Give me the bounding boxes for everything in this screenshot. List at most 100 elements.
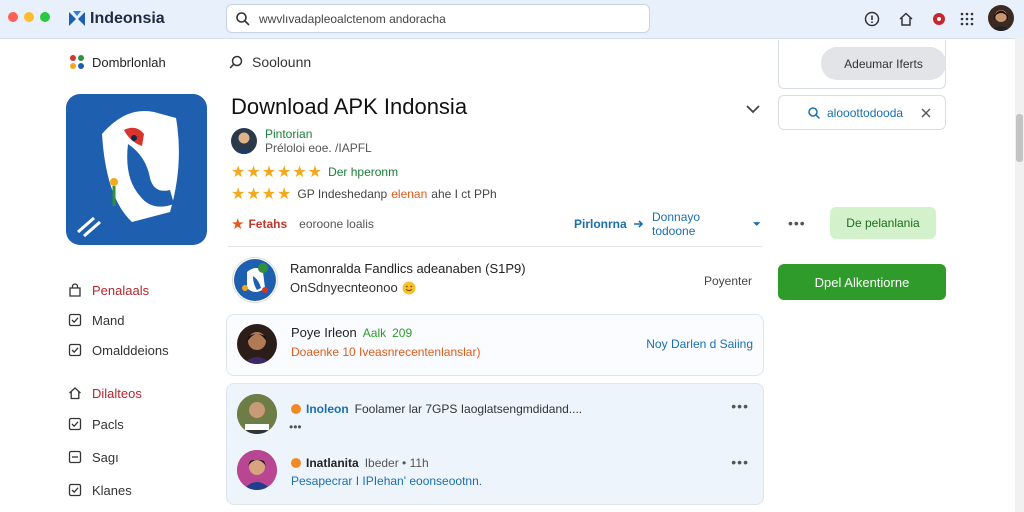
tag-link-label: Pirlonrna bbox=[574, 217, 627, 231]
comments-card: Inoleon Foolamer lar 7GPS Iaoglatsengmdi… bbox=[226, 383, 764, 505]
star-icon: ★ bbox=[231, 164, 246, 181]
star-icon: ★ bbox=[231, 216, 245, 233]
check-square-icon bbox=[68, 483, 82, 497]
sidebar-header[interactable]: Dombrlonlah bbox=[68, 52, 166, 72]
more-options-icon[interactable]: ••• bbox=[731, 398, 749, 414]
item-right-label[interactable]: Poyenter bbox=[704, 274, 752, 288]
rating-row-2: ★ ★ ★ ★ GP Indeshedanp elenan ahe I ct P… bbox=[231, 184, 497, 204]
tag-link-2[interactable]: Donnayo todoone bbox=[652, 210, 761, 238]
item-title: Ramonralda Fandlics adeanaben (S1P9) bbox=[290, 261, 526, 276]
sidebar-item-dilalteos[interactable]: Dilalteos bbox=[68, 384, 142, 402]
chevron-down-icon[interactable] bbox=[744, 100, 762, 118]
check-square-icon bbox=[68, 417, 82, 431]
right-search-box[interactable]: alooottodooda bbox=[778, 95, 946, 130]
sidebar-item-penalaals[interactable]: Penalaals bbox=[68, 281, 149, 299]
comment-meta: Ibeder • 11h bbox=[364, 456, 429, 470]
site-brand[interactable]: Indeonsia bbox=[68, 8, 165, 30]
open-app-button[interactable]: Dpel Alkentiorne bbox=[778, 264, 946, 300]
home-icon bbox=[68, 386, 82, 400]
search-icon bbox=[236, 11, 250, 26]
brand-logo-icon bbox=[69, 11, 85, 26]
smile-emoji-icon bbox=[402, 281, 416, 294]
close-window-button[interactable] bbox=[8, 12, 18, 22]
home-icon[interactable] bbox=[896, 9, 916, 29]
sidebar-item-klanes[interactable]: Klanes bbox=[68, 481, 132, 499]
sidebar-item-omalddeions[interactable]: Omalddeions bbox=[68, 341, 169, 359]
star-icon: ★ bbox=[277, 186, 292, 203]
review-card[interactable]: Poye Irleon Aalk 209 Doaenke 10 Iveasnre… bbox=[226, 314, 764, 376]
star-icon: ★ bbox=[307, 164, 323, 181]
rating-row-1: ★ ★ ★ ★ ★ ★ Der hperonm bbox=[231, 162, 398, 182]
developer-name[interactable]: Pintorian bbox=[265, 127, 312, 141]
apps-grid-icon[interactable] bbox=[957, 9, 977, 29]
more-options-icon[interactable]: ••• bbox=[788, 215, 806, 231]
comment-row: Inatlanita Ibeder • 11h bbox=[291, 456, 429, 470]
check-square-icon bbox=[68, 313, 82, 327]
sidebar-header-label: Dombrlonlah bbox=[92, 54, 166, 70]
reviewer-name[interactable]: Poye Irleon bbox=[291, 325, 357, 340]
item-subtitle: OnSdnyecnteonoo bbox=[290, 280, 398, 295]
maximize-window-button[interactable] bbox=[40, 12, 50, 22]
bag-icon bbox=[68, 283, 82, 297]
commenter-avatar[interactable] bbox=[237, 450, 277, 490]
star-icon: ★ bbox=[261, 186, 277, 203]
developer-avatar[interactable] bbox=[231, 128, 257, 154]
commenter-name[interactable]: Inoleon bbox=[306, 402, 349, 416]
search-icon bbox=[808, 106, 821, 119]
comment-more[interactable]: ••• bbox=[289, 420, 302, 434]
profile-avatar[interactable] bbox=[988, 5, 1014, 31]
page-scrollbar[interactable] bbox=[1015, 38, 1024, 512]
list-item[interactable]: Ramonralda Fandlics adeanaben (S1P9) OnS… bbox=[228, 255, 762, 305]
rating-text: Der hperonm bbox=[328, 165, 399, 179]
divider bbox=[228, 246, 762, 247]
secondary-action-button[interactable]: De pelanlania bbox=[830, 207, 936, 239]
minimize-window-button[interactable] bbox=[24, 12, 34, 22]
tag-link-label: Donnayo todoone bbox=[652, 210, 701, 238]
scrollbar-thumb[interactable] bbox=[1016, 114, 1023, 162]
info-icon[interactable] bbox=[862, 9, 882, 29]
arrow-right-icon bbox=[633, 220, 643, 228]
rating-suffix: ahe I ct PPh bbox=[431, 187, 497, 201]
page-title: Download APK Indonsia bbox=[231, 94, 468, 119]
sidebar-item-label: Sagı bbox=[92, 449, 119, 465]
commenter-name[interactable]: Inatlanita bbox=[306, 456, 359, 470]
content-search[interactable]: Soolounn bbox=[228, 52, 311, 72]
sidebar-item-pacls[interactable]: Pacls bbox=[68, 415, 124, 433]
right-search-text: alooottodooda bbox=[827, 105, 904, 120]
sidebar-item-label: Dilalteos bbox=[92, 385, 142, 401]
commenter-avatar[interactable] bbox=[237, 394, 277, 434]
brand-name: Indeonsia bbox=[90, 10, 165, 27]
reviewer-avatar[interactable] bbox=[237, 324, 277, 364]
item-icon bbox=[232, 257, 278, 303]
tag-link-1[interactable]: Pirlonrna bbox=[574, 217, 645, 231]
sidebar-item-label: Pacls bbox=[92, 416, 124, 432]
rating-highlight: elenan bbox=[391, 187, 428, 201]
sidebar-item-label: Omalddeions bbox=[92, 342, 169, 358]
extension-icon[interactable] bbox=[929, 9, 949, 29]
square-minus-icon bbox=[68, 450, 82, 464]
sidebar-item-label: Mand bbox=[92, 312, 125, 328]
primary-action-button[interactable]: Adeumar Iferts bbox=[821, 47, 946, 80]
sidebar-item-mand[interactable]: Mand bbox=[68, 311, 125, 329]
comment-text: Pesapecrar I IPIehan' eoonseootnn. bbox=[291, 474, 483, 488]
app-icon bbox=[66, 94, 207, 245]
reviewer-tag: Aalk bbox=[362, 325, 387, 340]
review-link[interactable]: Noy Darlen d Saiing bbox=[646, 337, 753, 351]
star-icon: ★ bbox=[246, 186, 261, 203]
search-icon bbox=[229, 55, 243, 69]
features-description: eoroone loalis bbox=[299, 217, 374, 231]
sidebar-logo-icon bbox=[70, 55, 84, 69]
content-search-label: Soolounn bbox=[252, 54, 312, 70]
check-square-icon bbox=[68, 343, 82, 357]
item-subtitle-row: OnSdnyecnteonoo bbox=[290, 280, 416, 295]
sidebar-item-label: Penalaals bbox=[92, 282, 150, 298]
reviewer-count: 209 bbox=[392, 325, 413, 340]
address-bar[interactable] bbox=[226, 4, 650, 33]
close-icon[interactable] bbox=[921, 108, 931, 118]
features-label[interactable]: Fetahs bbox=[248, 217, 287, 231]
url-input[interactable] bbox=[257, 10, 641, 27]
comment-text: Foolamer lar 7GPS Iaoglatsengmdidand.... bbox=[354, 402, 583, 416]
more-options-icon[interactable]: ••• bbox=[731, 454, 749, 470]
star-icon: ★ bbox=[261, 164, 277, 181]
sidebar-item-sagi[interactable]: Sagı bbox=[68, 448, 119, 466]
